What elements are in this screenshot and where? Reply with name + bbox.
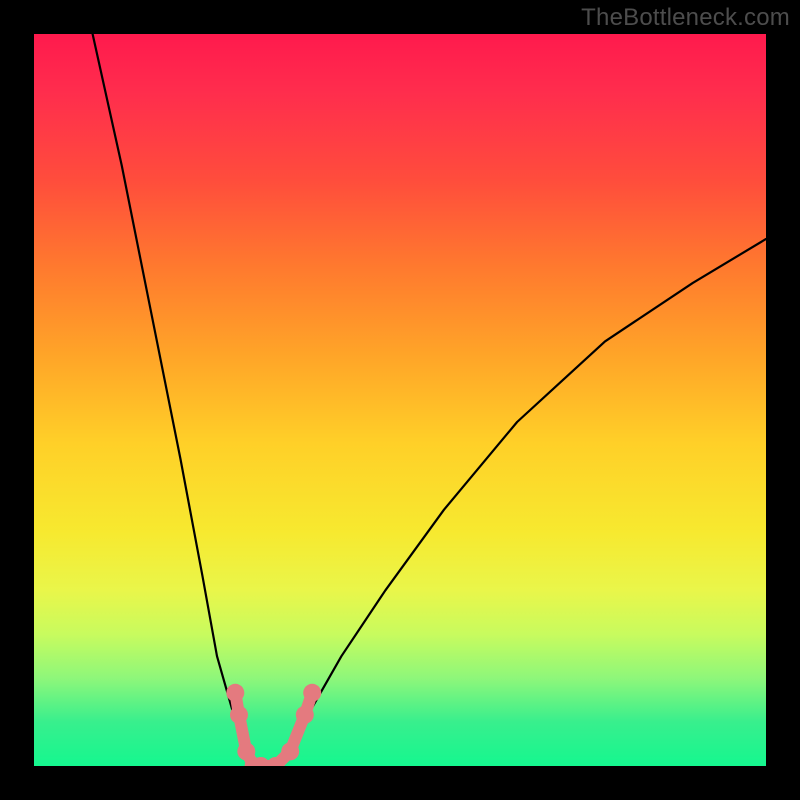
curve-left-branch — [93, 34, 254, 766]
curve-right-branch — [276, 239, 766, 766]
plot-area — [34, 34, 766, 766]
marker-dot — [303, 684, 321, 702]
marker-dot — [226, 684, 244, 702]
chart-frame: TheBottleneck.com — [0, 0, 800, 800]
marker-dot — [281, 742, 299, 760]
watermark-text: TheBottleneck.com — [581, 4, 790, 32]
marker-dot — [296, 706, 314, 724]
chart-svg — [34, 34, 766, 766]
marker-dot — [230, 706, 248, 724]
